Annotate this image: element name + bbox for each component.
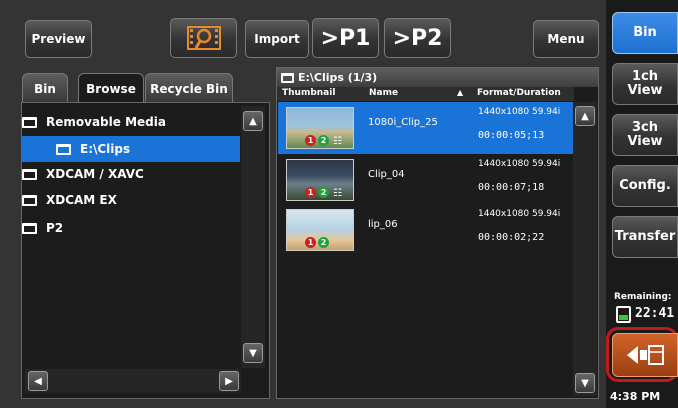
tree-scroll-up-button[interactable]: ▲ [243,111,263,131]
clip-format: 1440x1080 59.94i [478,159,561,169]
search-clip-button[interactable] [170,18,237,58]
clip-badge-1: 1 [305,237,316,248]
eject-back-icon [627,345,664,365]
clip-scroll-up-button[interactable]: ▲ [575,106,595,126]
clip-duration: 00:00:07;18 [478,182,545,193]
clip-badge-2: 2 [318,187,329,198]
column-format-duration[interactable]: Format/Duration [477,88,561,98]
clock: 4:38 PM [610,390,661,403]
remaining-label: Remaining: [614,292,672,302]
tree-item-label: Removable Media [46,115,166,129]
tree-scroll-left-button[interactable]: ◀ [28,371,48,391]
tree-scroll-right-button[interactable]: ▶ [219,371,239,391]
folder-icon [22,222,37,234]
tree-vscroll-track[interactable] [241,106,265,368]
tree-hscroll-track[interactable] [25,369,241,393]
clip-list-path: E:\Clips (1/3) [298,71,378,84]
clip-badge-2: 2 [318,135,329,146]
clip-badge-1: 1 [305,187,316,198]
clip-list-scroll-track[interactable] [573,102,597,396]
folder-icon [22,116,37,128]
column-thumbnail[interactable]: Thumbnail [282,88,335,98]
search-film-icon [186,26,221,50]
clip-duration: 00:00:05;13 [478,130,545,141]
tab-browse[interactable]: Browse [78,73,144,103]
column-name[interactable]: Name [369,88,398,98]
folder-icon [22,194,37,206]
send-p2-button[interactable]: >P2 [384,18,451,58]
clip-format: 1440x1080 59.94i [478,107,561,117]
tree-item-label: XDCAM / XAVC [46,167,144,181]
clip-row[interactable]: 1 2 ☷ 1080i_Clip_25 1440x1080 59.94i 00:… [278,102,573,154]
clip-scroll-down-button[interactable]: ▼ [575,373,595,393]
1ch-view-button[interactable]: 1ch View [612,63,678,105]
clip-thumbnail: 1 2 [286,209,354,251]
clip-list-header: Thumbnail Name ▲ Format/Duration [277,87,574,101]
clip-duration: 00:00:02;22 [478,232,545,243]
clip-thumbnail: 1 2 ☷ [286,159,354,201]
clip-badge-1: 1 [305,135,316,146]
bin-button[interactable]: Bin [612,12,678,54]
remaining-time: 22:41 [635,306,675,321]
tree-item-label: E:\Clips [80,142,131,156]
clip-list-path-bar: E:\Clips (1/3) [277,68,598,87]
send-p1-button[interactable]: >P1 [312,18,379,58]
clip-row[interactable]: 1 2 ☷ Clip_04 1440x1080 59.94i 00:00:07;… [278,154,573,206]
battery-icon [616,306,631,323]
tab-recycle-bin[interactable]: Recycle Bin [145,73,233,103]
clip-name: 1080i_Clip_25 [368,117,438,128]
tree-scroll-down-button[interactable]: ▼ [243,343,263,363]
clip-badge-2: 2 [318,237,329,248]
folder-icon [22,168,37,180]
sort-up-icon[interactable]: ▲ [457,88,463,97]
menu-button[interactable]: Menu [533,20,599,58]
tree-item-label: XDCAM EX [46,193,117,207]
clip-format: 1440x1080 59.94i [478,209,561,219]
film-strip-icon: ☷ [333,136,342,147]
tab-bin[interactable]: Bin [22,73,68,103]
tree-item-label: P2 [46,221,64,235]
import-button[interactable]: Import [245,20,309,58]
clip-name: Clip_04 [368,169,405,180]
clip-thumbnail: 1 2 ☷ [286,107,354,149]
3ch-view-button[interactable]: 3ch View [612,114,678,156]
clip-name: lip_06 [368,219,398,230]
back-button[interactable] [612,333,678,377]
tree-item-e-clips[interactable]: E:\Clips [22,136,240,162]
film-strip-icon: ☷ [333,188,342,199]
folder-icon [281,72,294,83]
transfer-button[interactable]: Transfer [612,216,678,258]
clip-row[interactable]: 1 2 lip_06 1440x1080 59.94i 00:00:02;22 [278,204,573,256]
preview-button[interactable]: Preview [25,20,92,58]
folder-icon [56,143,71,155]
config-button[interactable]: Config. [612,165,678,207]
